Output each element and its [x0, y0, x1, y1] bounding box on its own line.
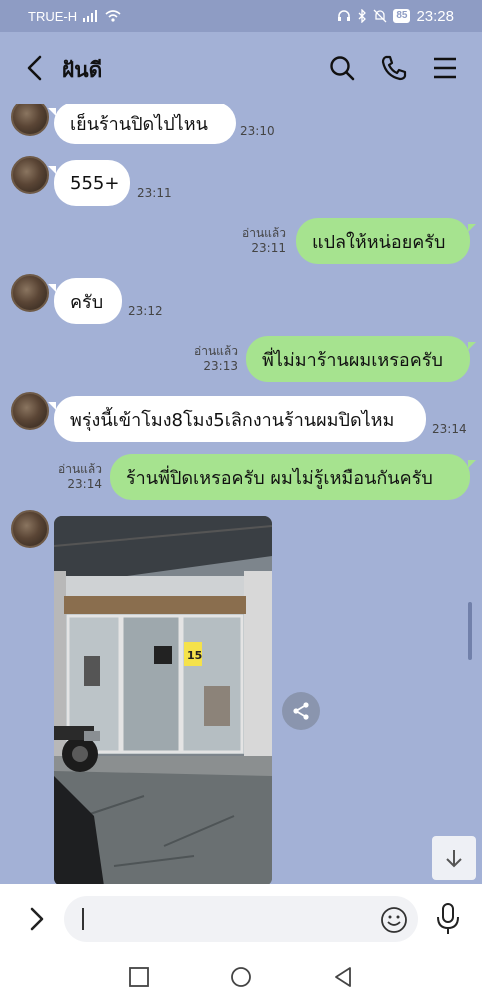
avatar[interactable]: [11, 104, 49, 136]
read-receipt: อ่านแล้ว: [58, 462, 102, 476]
photo-message[interactable]: 15: [54, 516, 272, 884]
share-button[interactable]: [282, 692, 320, 730]
message-time: 23:10: [240, 124, 275, 138]
chat-area[interactable]: เย็นร้านปิดไปไหน 23:10 555+ 23:11 อ่านแล…: [0, 104, 482, 884]
scrollbar[interactable]: [468, 602, 472, 660]
mute-icon: [373, 9, 387, 23]
system-nav-bar: [0, 954, 482, 1000]
message-text: ครับ: [70, 291, 104, 313]
message-text: ร้านพี่ปิดเหรอครับ ผมไม่รู้เหมือนกันครับ: [126, 467, 433, 489]
status-bar: TRUE-H 85 23:28: [0, 0, 482, 32]
read-receipt: อ่านแล้ว: [194, 344, 238, 358]
outgoing-message[interactable]: ร้านพี่ปิดเหรอครับ ผมไม่รู้เหมือนกันครับ: [110, 454, 476, 500]
signal-icon: [83, 10, 98, 22]
outgoing-message[interactable]: แปลให้หน่อยครับ: [296, 218, 476, 264]
scroll-down-button[interactable]: [432, 836, 476, 880]
incoming-message[interactable]: เย็นร้านปิดไปไหน: [48, 104, 236, 144]
mic-icon[interactable]: [434, 902, 462, 936]
message-text: พี่ไม่มาร้านผมเหรอครับ: [262, 349, 443, 371]
back-nav-icon[interactable]: [332, 966, 354, 988]
incoming-message[interactable]: ครับ: [48, 278, 122, 324]
read-receipt: อ่านแล้ว: [242, 226, 286, 240]
message-text: เย็นร้านปิดไปไหน: [70, 113, 208, 135]
message-time: 23:14: [67, 477, 102, 491]
avatar[interactable]: [11, 274, 49, 312]
avatar[interactable]: [11, 510, 49, 548]
headset-icon: [338, 10, 351, 21]
recent-apps-icon[interactable]: [128, 966, 150, 988]
home-icon[interactable]: [230, 966, 252, 988]
message-meta: อ่านแล้ว 23:13: [182, 344, 238, 374]
message-input[interactable]: [64, 896, 418, 942]
message-meta: อ่านแล้ว 23:11: [230, 226, 286, 256]
incoming-message[interactable]: พรุ่งนี้เข้าโมง8โมง5เลิกงานร้านผมปิดไหม: [48, 396, 426, 442]
message-time: 23:13: [203, 359, 238, 373]
message-text: 555+: [70, 172, 120, 194]
scroll-down-icon: [446, 850, 462, 868]
emoji-icon[interactable]: [380, 906, 408, 934]
battery-indicator: 85: [393, 9, 411, 23]
avatar[interactable]: [11, 156, 49, 194]
sign-text: 15: [187, 649, 202, 662]
message-text: พรุ่งนี้เข้าโมง8โมง5เลิกงานร้านผมปิดไหม: [70, 409, 395, 431]
expand-icon[interactable]: [26, 906, 48, 932]
share-icon: [293, 702, 309, 720]
shop-photo: 15: [54, 516, 272, 884]
wifi-icon: [105, 10, 121, 22]
back-icon[interactable]: [24, 54, 46, 82]
text-cursor: [82, 908, 84, 930]
incoming-message[interactable]: 555+: [48, 160, 130, 206]
chat-title: ฝันดี: [62, 58, 103, 82]
carrier-label: TRUE-H: [28, 8, 78, 24]
message-time: 23:14: [432, 422, 467, 436]
search-icon[interactable]: [328, 54, 356, 82]
outgoing-message[interactable]: พี่ไม่มาร้านผมเหรอครับ: [246, 336, 476, 382]
message-time: 23:12: [128, 304, 163, 318]
message-meta: อ่านแล้ว 23:14: [46, 462, 102, 492]
message-text: แปลให้หน่อยครับ: [312, 231, 446, 253]
bluetooth-icon: [358, 9, 367, 23]
phone-icon[interactable]: [380, 54, 408, 82]
message-input-bar: [0, 884, 482, 954]
menu-icon[interactable]: [432, 54, 460, 82]
message-time: 23:11: [137, 186, 172, 200]
avatar[interactable]: [11, 392, 49, 430]
chat-header: ฝันดี: [0, 32, 482, 104]
message-time: 23:11: [251, 241, 286, 255]
clock: 23:28: [416, 7, 454, 25]
